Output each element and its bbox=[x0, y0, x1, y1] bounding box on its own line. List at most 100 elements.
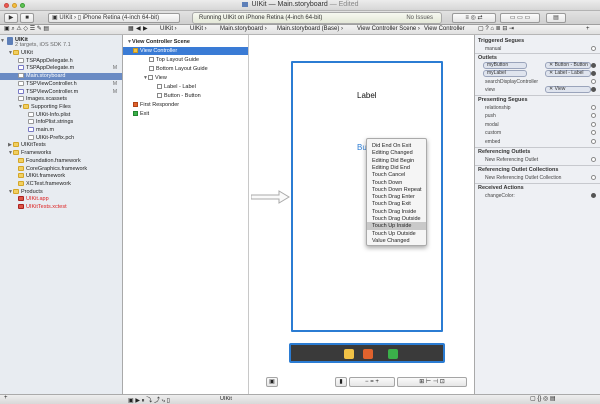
connection-add-icon[interactable] bbox=[591, 193, 596, 198]
issues-status: No Issues bbox=[406, 15, 433, 21]
editor-mode-segment[interactable]: ≡ ◎ ⇄ bbox=[452, 13, 496, 23]
nav-item[interactable]: Images.xcassets bbox=[0, 96, 122, 103]
add-icon[interactable]: + bbox=[586, 25, 590, 34]
nav-item[interactable]: TSPViewController.h M bbox=[0, 81, 122, 88]
crumb-project[interactable]: UIKit › bbox=[160, 25, 177, 34]
crumb-group[interactable]: UIKit › bbox=[190, 25, 207, 34]
nav-item[interactable]: ▼ Frameworks bbox=[0, 150, 122, 157]
nav-selector-icons[interactable]: ▣ ⌕ ⚠ ◇ ☰ ✎ ▤ bbox=[4, 25, 49, 34]
connections-inspector: Triggered Segues manual Outlets myButton… bbox=[474, 35, 600, 394]
nav-item-label: UIKit.framework bbox=[26, 173, 66, 180]
nav-item-label: TSPAppDelegate.h bbox=[26, 57, 73, 64]
nav-item[interactable]: CoreGraphics.framework bbox=[0, 165, 122, 173]
nav-item[interactable]: UIKitTests.xctest bbox=[0, 204, 122, 211]
outlet-search-display: searchDisplayController bbox=[485, 79, 539, 85]
connection-circle-icon[interactable] bbox=[591, 175, 596, 180]
action-change-color: changeColor: bbox=[485, 193, 515, 199]
connection-circle-icon[interactable] bbox=[591, 113, 596, 119]
first-responder-icon[interactable] bbox=[363, 349, 373, 359]
outlet-target-chip[interactable]: ✕ Button - Button bbox=[545, 62, 591, 69]
crumb-file[interactable]: Main.storyboard › bbox=[220, 25, 267, 34]
presenting-segue-item: embed bbox=[485, 138, 501, 145]
exit-icon[interactable] bbox=[388, 349, 398, 359]
play-icon: ▶ bbox=[8, 15, 14, 21]
menu-item[interactable]: Value Changed bbox=[367, 237, 426, 245]
connection-circle-icon[interactable] bbox=[591, 46, 596, 51]
form-factor-button[interactable]: ▮ bbox=[335, 377, 347, 387]
product-icon bbox=[18, 204, 24, 210]
triggered-segues-heading: Triggered Segues bbox=[478, 38, 525, 44]
outline-item[interactable]: Label - Label bbox=[123, 83, 248, 91]
nav-item[interactable]: Foundation.framework bbox=[0, 157, 122, 165]
presenting-segue-item: custom bbox=[485, 130, 502, 137]
outline-item[interactable]: Top Layout Guide bbox=[123, 56, 248, 64]
related-items-icon[interactable]: ▦ bbox=[128, 25, 134, 34]
presenting-segues-heading: Presenting Segues bbox=[478, 97, 528, 103]
connection-filled-icon[interactable] bbox=[591, 63, 596, 68]
inspector-tabs[interactable]: ▢ ? ⌂ ≣ ⊟ ⇥ bbox=[478, 25, 514, 34]
chevron-right-icon: › bbox=[74, 15, 77, 21]
outline-item[interactable]: ▼ View bbox=[123, 74, 248, 82]
run-button[interactable]: ▶ bbox=[4, 13, 18, 23]
outlet-target-chip[interactable]: ✕ Label - Label bbox=[545, 70, 591, 77]
outline-item[interactable]: Bottom Layout Guide bbox=[123, 65, 248, 73]
outlet-target-chip[interactable]: ✕ View bbox=[545, 86, 591, 93]
view-controller-icon[interactable] bbox=[344, 349, 354, 359]
debug-controls[interactable]: ▣ ▶ ⏸ ⤵ ⤴ ⤷ ▯ bbox=[128, 395, 170, 404]
outline-item[interactable]: Exit bbox=[123, 110, 248, 118]
connection-circle-icon[interactable] bbox=[591, 121, 596, 127]
nav-item[interactable]: TSPAppDelegate.h bbox=[0, 57, 122, 65]
view-toggle-segment[interactable]: ▭ ▭ ▭ bbox=[500, 13, 540, 23]
nav-item[interactable]: ▼ UIKit bbox=[0, 50, 122, 57]
canvas-label[interactable]: Label bbox=[357, 91, 377, 100]
project-root[interactable]: ▼ UIKit 2 targets, iOS SDK 7.1 bbox=[0, 37, 122, 49]
scm-status-badge: M bbox=[112, 65, 117, 72]
divider bbox=[475, 53, 600, 54]
forward-icon[interactable]: ▶ bbox=[143, 25, 148, 34]
framework-icon bbox=[18, 165, 24, 171]
connection-circle-icon[interactable] bbox=[591, 130, 596, 136]
nav-item[interactable]: UIKit.app bbox=[0, 196, 122, 203]
nav-item[interactable]: ▼ Products bbox=[0, 189, 122, 196]
back-icon[interactable]: ◀ bbox=[136, 25, 141, 34]
nav-item[interactable]: UIKit-Info.plist bbox=[0, 112, 122, 119]
crumb-scene[interactable]: View Controller Scene › bbox=[357, 25, 420, 34]
crumb-view-controller[interactable]: View Controller bbox=[424, 25, 465, 34]
library-tabs[interactable]: ▢ {} ◎ ▤ bbox=[530, 395, 556, 402]
organizer-button[interactable]: ▤ bbox=[546, 13, 566, 23]
connection-circle-icon[interactable] bbox=[591, 138, 596, 144]
nav-item[interactable]: InfoPlist.strings bbox=[0, 119, 122, 126]
connection-filled-icon[interactable] bbox=[591, 71, 596, 76]
view-object-icon bbox=[157, 93, 162, 99]
nav-item[interactable]: TSPViewController.m M bbox=[0, 89, 122, 96]
connection-circle-icon[interactable] bbox=[591, 105, 596, 110]
nav-item[interactable]: ▶ UIKitTests bbox=[0, 142, 122, 149]
nav-item[interactable]: UIKit.framework bbox=[0, 173, 122, 180]
file-icon bbox=[28, 119, 34, 125]
connection-filled-icon[interactable] bbox=[591, 87, 596, 92]
nav-item-label: InfoPlist.strings bbox=[36, 119, 74, 126]
stop-button[interactable]: ■ bbox=[20, 13, 34, 23]
standard-editor-icon: ≡ bbox=[465, 15, 469, 21]
outline-item[interactable]: ▼View Controller Scene bbox=[123, 38, 248, 46]
scheme-selector[interactable]: ▣ UIKit › ▯ iPhone Retina (4-inch 64-bit… bbox=[48, 13, 180, 23]
zoom-segment[interactable]: − = + bbox=[349, 377, 395, 387]
activity-status: Running UIKit on iPhone Retina (4-inch 6… bbox=[199, 15, 323, 21]
nav-item-label: Foundation.framework bbox=[26, 157, 81, 164]
nav-item[interactable]: Main.storyboard bbox=[0, 73, 122, 81]
add-file-icon[interactable]: + bbox=[4, 395, 8, 401]
connection-circle-icon[interactable] bbox=[591, 79, 596, 84]
nav-item[interactable]: TSPAppDelegate.m M bbox=[0, 65, 122, 72]
outline-item[interactable]: First Responder bbox=[123, 101, 248, 109]
outline-toggle-button[interactable]: ▣ bbox=[266, 377, 278, 387]
connection-circle-icon[interactable] bbox=[591, 157, 596, 162]
utilities-toggle-icon: ▭ bbox=[524, 15, 531, 21]
layout-tools-segment[interactable]: ⊞ ⊢ ⊣ ⊡ bbox=[397, 377, 467, 387]
nav-item[interactable]: UIKit-Prefix.pch bbox=[0, 135, 122, 142]
crumb-file-base[interactable]: Main.storyboard (Base) › bbox=[277, 25, 343, 34]
nav-item[interactable]: ▼ Supporting Files bbox=[0, 104, 122, 111]
nav-item[interactable]: XCTest.framework bbox=[0, 181, 122, 188]
nav-item[interactable]: main.m bbox=[0, 127, 122, 134]
outline-item[interactable]: Button - Button bbox=[123, 92, 248, 100]
outline-item[interactable]: View Controller bbox=[123, 47, 248, 55]
